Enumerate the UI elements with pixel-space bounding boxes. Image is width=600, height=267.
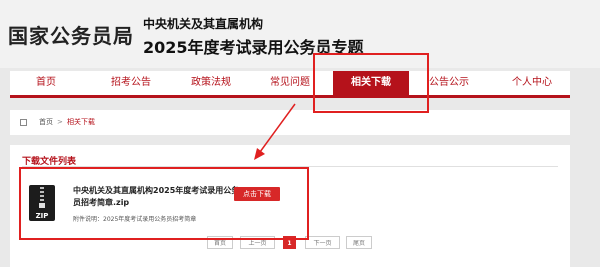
site-header: 国家公务员局 中央机关及其直属机构 2025年度考试录用公务员专题 bbox=[0, 0, 600, 68]
highlight-box-downloads-tab bbox=[313, 53, 429, 113]
header-subtitle-org: 中央机关及其直属机构 bbox=[143, 17, 264, 31]
pager-next[interactable]: 下一页 bbox=[305, 236, 340, 249]
nav-item-personal-center[interactable]: 个人中心 bbox=[494, 71, 570, 95]
nav-item-announcements[interactable]: 招考公告 bbox=[93, 71, 169, 95]
breadcrumb-separator: > bbox=[57, 118, 63, 126]
pager-last[interactable]: 尾页 bbox=[346, 236, 372, 249]
site-logo[interactable]: 国家公务员局 bbox=[8, 20, 134, 49]
breadcrumb-home[interactable]: 首页 bbox=[39, 115, 53, 130]
highlight-box-file-item bbox=[19, 167, 309, 240]
main-nav: 首页 招考公告 政策法规 常见问题 相关下载 公告公示 个人中心 bbox=[10, 71, 570, 98]
nav-item-policies[interactable]: 政策法规 bbox=[173, 71, 249, 95]
breadcrumb: 首页 > 相关下载 bbox=[10, 110, 570, 135]
location-icon bbox=[20, 119, 27, 126]
breadcrumb-current: 相关下载 bbox=[67, 118, 95, 126]
nav-item-home[interactable]: 首页 bbox=[10, 71, 82, 95]
